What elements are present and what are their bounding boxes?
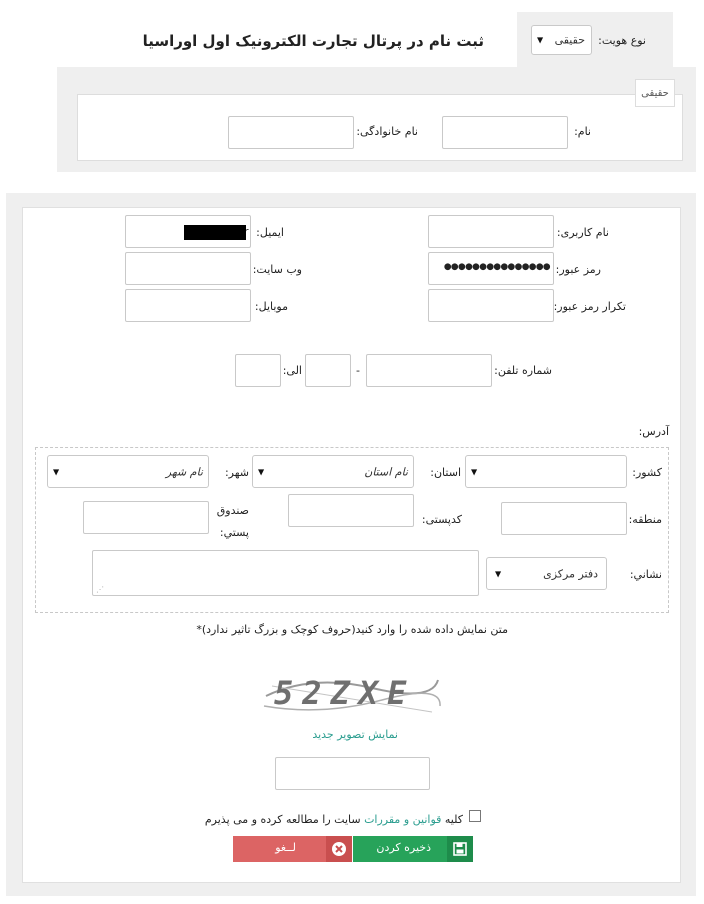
chevron-down-icon: ▼	[258, 467, 265, 476]
phone-dash: -	[356, 364, 360, 377]
username-input[interactable]	[428, 215, 554, 248]
terms-checkbox[interactable]	[469, 810, 481, 822]
identity-type-label: نوع هویت:	[598, 34, 646, 47]
country-label: کشور:	[632, 466, 662, 479]
phone-to-label: الی:	[282, 364, 302, 377]
floppy-disk-icon	[447, 836, 473, 862]
terms-link[interactable]: قوانین و مقررات	[364, 813, 441, 826]
redaction-bar	[184, 225, 246, 240]
password-label: رمز عبور:	[555, 263, 601, 276]
password-input[interactable]: ●●●●●●●●●●●●●●●	[428, 252, 554, 285]
captcha-instruction: متن نمایش داده شده را وارد کنید(حروف کوچ…	[196, 623, 508, 636]
email-input[interactable]: r	[125, 215, 251, 248]
country-select[interactable]: ▼	[465, 455, 627, 488]
po-box-label: صندوق پستي:	[216, 504, 249, 539]
first-name-label: نام:	[574, 125, 591, 138]
chevron-down-icon: ▼	[495, 569, 502, 578]
phone-ext-input[interactable]	[235, 354, 281, 387]
last-name-input[interactable]	[228, 116, 354, 149]
mobile-input[interactable]	[125, 289, 251, 322]
confirm-password-label: تکرار رمز عبور:	[553, 300, 626, 313]
website-input[interactable]	[125, 252, 251, 285]
chevron-down-icon: ▼	[471, 467, 478, 476]
first-name-input[interactable]	[442, 116, 568, 149]
postal-code-label: کدپستی:	[421, 513, 462, 526]
po-box-input[interactable]	[83, 501, 209, 534]
chevron-down-icon: ▼	[53, 467, 60, 476]
page-title: ثبت نام در پرتال تجارت الکترونیک اول اور…	[142, 32, 484, 50]
postal-code-input[interactable]	[288, 494, 414, 527]
region-input[interactable]	[501, 502, 627, 535]
region-label: منطقه:	[628, 513, 662, 526]
captcha-image: 52ZXE	[262, 666, 442, 724]
identity-legend: حقیقی	[635, 79, 675, 107]
new-captcha-link[interactable]: نمایش تصویر جدید	[312, 728, 398, 741]
resize-handle-icon: ⋰	[96, 585, 104, 594]
confirm-password-input[interactable]	[428, 289, 554, 322]
close-circle-icon	[326, 836, 352, 862]
address-title: آدرس:	[638, 425, 669, 438]
address-textarea[interactable]: ⋰	[92, 550, 479, 596]
captcha-input[interactable]	[275, 757, 430, 790]
captcha-text: 52ZXE	[274, 674, 416, 712]
cancel-button[interactable]: لــغو	[233, 836, 352, 862]
address-type-select[interactable]: ▼ دفتر مرکزی	[486, 557, 607, 590]
city-label: شهر:	[224, 466, 249, 479]
last-name-label: نام خانوادگی:	[356, 125, 418, 138]
phone-code-input[interactable]	[305, 354, 351, 387]
phone-number-input[interactable]	[366, 354, 492, 387]
address-label: نشاني:	[629, 568, 662, 581]
city-select[interactable]: ▼ نام شهر	[47, 455, 209, 488]
website-label: وب سایت:	[252, 263, 302, 276]
mobile-label: موبایل:	[254, 300, 288, 313]
save-button[interactable]: ذخیره کردن	[353, 836, 473, 862]
terms-text: کلیه قوانین و مقررات سایت را مطالعه کرده…	[204, 813, 463, 826]
chevron-down-icon: ▼	[537, 35, 544, 45]
province-select[interactable]: ▼ نام استان	[252, 455, 414, 488]
identity-type-select[interactable]: ▼ حقیقی	[531, 25, 592, 55]
email-label: ایمیل:	[256, 226, 284, 239]
province-label: استان:	[430, 466, 461, 479]
phone-label: شماره تلفن:	[494, 364, 552, 377]
username-label: نام کاربری:	[556, 226, 609, 239]
